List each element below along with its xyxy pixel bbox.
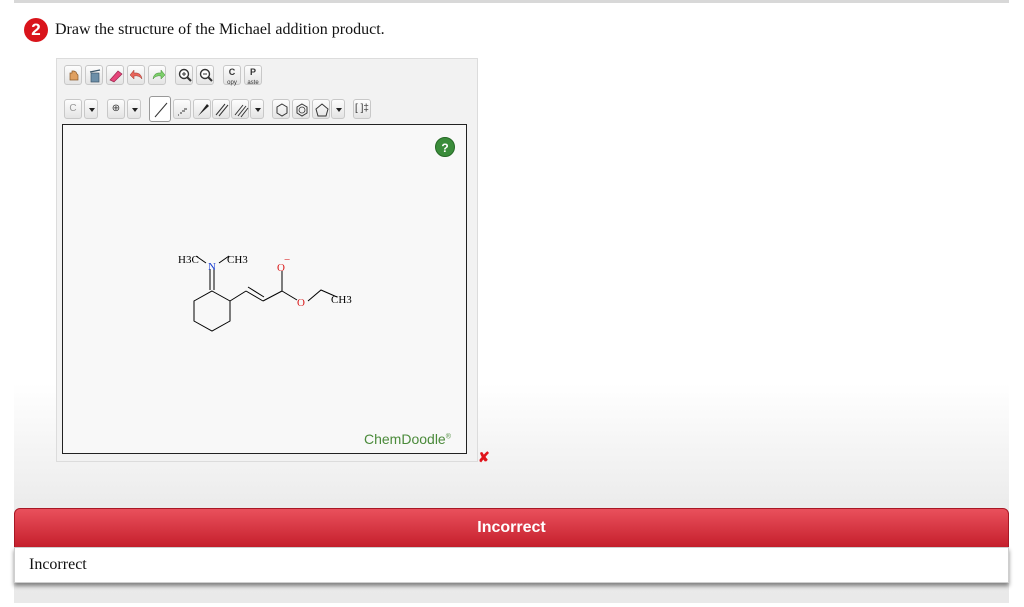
help-button[interactable]: ?: [435, 137, 455, 157]
methyl-label-1: H3C: [178, 254, 199, 266]
copy-letter: C: [228, 67, 236, 77]
ring-dropdown[interactable]: [331, 99, 345, 119]
hand-tool-button[interactable]: [64, 65, 82, 85]
chain-bond-2: [262, 290, 283, 302]
paste-button[interactable]: P aste: [244, 65, 262, 86]
chain-bond: [229, 290, 247, 302]
single-bond-icon: [154, 102, 168, 118]
eraser-icon: [109, 70, 123, 83]
feedback-header: Incorrect: [14, 508, 1009, 548]
copy-button[interactable]: C opy: [223, 65, 241, 86]
benzene-button[interactable]: [292, 99, 310, 119]
hashed-bond-button[interactable]: [173, 99, 191, 119]
drawing-canvas[interactable]: H3C N CH3 O − O CH3: [62, 124, 467, 454]
methyl-label-3: CH3: [331, 294, 352, 306]
redo-icon: [152, 69, 166, 80]
redo-button[interactable]: [148, 65, 166, 85]
double-bond-button[interactable]: [212, 99, 230, 119]
brand-name: ChemDoodle: [364, 431, 446, 447]
hand-icon: [69, 70, 79, 81]
negative-charge-label: −: [284, 254, 290, 266]
methyl-label-2: CH3: [227, 254, 248, 266]
bond-dropdown[interactable]: [250, 99, 264, 119]
cyclopentane-button[interactable]: [312, 99, 330, 119]
pentagon-icon: [315, 103, 329, 117]
brand-registered-mark: ®: [445, 433, 451, 441]
element-dropdown[interactable]: [84, 99, 98, 119]
alkene-double-bond: [245, 286, 265, 302]
undo-button[interactable]: [127, 65, 145, 85]
triple-bond-button[interactable]: [231, 99, 249, 119]
question-number-badge: 2: [24, 18, 48, 42]
zoom-out-button[interactable]: [196, 65, 214, 85]
dropdown-arrow-icon: [255, 108, 261, 112]
dropdown-arrow-icon: [336, 108, 342, 112]
paste-suffix: aste: [247, 80, 259, 86]
feedback-body: Incorrect: [14, 547, 1009, 583]
molecule-drawing: H3C N CH3 O − O CH3: [178, 254, 352, 332]
hashed-bond-icon: [178, 108, 187, 116]
bracket-button[interactable]: [ ]‡: [353, 99, 371, 119]
zoom-in-icon: [178, 68, 192, 82]
zoom-in-button[interactable]: [175, 65, 193, 85]
nitrogen-label: N: [208, 261, 216, 273]
benzene-icon: [296, 103, 308, 117]
incorrect-mark-icon: ✘: [478, 449, 490, 465]
eraser-button[interactable]: [106, 65, 124, 85]
single-bond-button[interactable]: [149, 96, 171, 122]
trash-icon: [89, 69, 101, 83]
cyclohexane-button[interactable]: [272, 99, 290, 119]
wedge-bond-button[interactable]: [193, 99, 211, 119]
zoom-out-icon: [199, 68, 213, 82]
c-o-ether-bond: [281, 290, 298, 301]
charge-dropdown[interactable]: [127, 99, 141, 119]
clear-button[interactable]: [85, 65, 103, 85]
cyclohexane-ring: [193, 290, 231, 332]
question-prompt: Draw the structure of the Michael additi…: [55, 21, 385, 38]
triple-bond-icon: [234, 104, 249, 118]
hexagon-icon: [276, 103, 288, 117]
ether-oxygen-label: O: [297, 297, 305, 309]
wedge-bond-icon: [198, 104, 209, 116]
dropdown-arrow-icon: [89, 108, 95, 112]
dropdown-arrow-icon: [132, 108, 138, 112]
double-bond-icon: [215, 103, 229, 117]
copy-suffix: opy: [227, 80, 237, 86]
element-selector-button[interactable]: C: [64, 99, 82, 119]
undo-icon: [129, 69, 143, 80]
charge-button[interactable]: ⊕: [107, 99, 125, 119]
chemdoodle-logo: ChemDoodle®: [364, 431, 451, 447]
paste-letter: P: [249, 67, 256, 77]
